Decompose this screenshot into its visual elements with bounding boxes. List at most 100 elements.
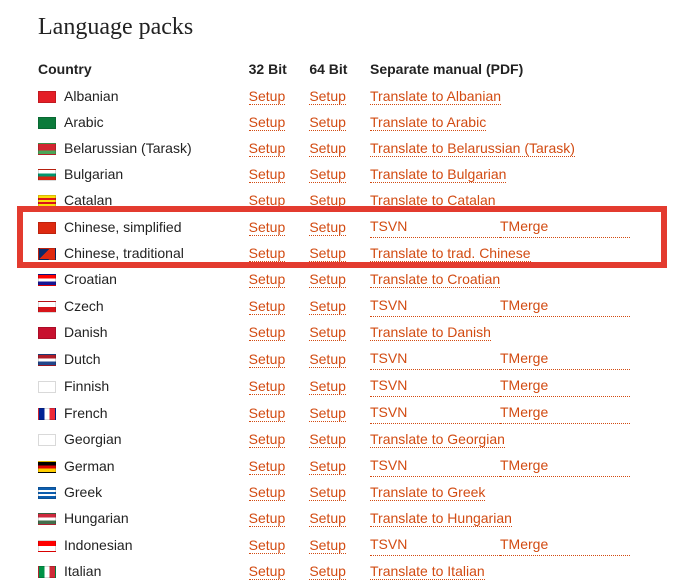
setup-32-link[interactable]: Setup <box>249 88 286 105</box>
translate-link[interactable]: Translate to Catalan <box>370 192 496 209</box>
translate-link[interactable]: Translate to Croatian <box>370 271 500 288</box>
country-cell: Italian <box>38 558 249 584</box>
table-row: Finnish Setup Setup TSVNTMerge <box>38 372 638 399</box>
translate-link[interactable]: Translate to Bulgarian <box>370 166 506 183</box>
setup-32-link[interactable]: Setup <box>249 431 286 448</box>
setup-32-link[interactable]: Setup <box>249 405 286 422</box>
tsvn-link[interactable]: TSVN <box>370 215 500 238</box>
setup-32-link[interactable]: Setup <box>249 510 286 527</box>
translate-link[interactable]: Translate to Hungarian <box>370 510 512 527</box>
cell-64bit: Setup <box>309 531 370 558</box>
flag-icon <box>38 354 56 366</box>
tmerge-link[interactable]: TMerge <box>500 401 630 424</box>
tsvn-link[interactable]: TSVN <box>370 533 500 556</box>
tmerge-link[interactable]: TMerge <box>500 374 630 397</box>
cell-32bit: Setup <box>249 83 310 109</box>
cell-manual: TSVNTMerge <box>370 452 638 479</box>
setup-64-link[interactable]: Setup <box>309 537 346 554</box>
flag-icon <box>38 143 56 155</box>
setup-32-link[interactable]: Setup <box>249 378 286 395</box>
setup-32-link[interactable]: Setup <box>249 166 286 183</box>
cell-32bit: Setup <box>249 531 310 558</box>
cell-32bit: Setup <box>249 161 310 187</box>
setup-64-link[interactable]: Setup <box>309 458 346 475</box>
tsvn-link[interactable]: TSVN <box>370 294 500 317</box>
translate-link[interactable]: Translate to Danish <box>370 324 491 341</box>
cell-manual: Translate to Bulgarian <box>370 161 638 187</box>
tmerge-link[interactable]: TMerge <box>500 215 630 238</box>
cell-64bit: Setup <box>309 213 370 240</box>
translate-link[interactable]: Translate to Belarussian (Tarask) <box>370 140 575 157</box>
setup-32-link[interactable]: Setup <box>249 245 286 262</box>
setup-32-link[interactable]: Setup <box>249 351 286 368</box>
country-cell: German <box>38 452 249 479</box>
cell-manual: TSVNTMerge <box>370 292 638 319</box>
setup-64-link[interactable]: Setup <box>309 298 346 315</box>
translate-link[interactable]: Translate to Georgian <box>370 431 505 448</box>
setup-32-link[interactable]: Setup <box>249 114 286 131</box>
flag-icon <box>38 461 56 473</box>
translate-link[interactable]: Translate to trad. Chinese <box>370 245 531 262</box>
flag-icon <box>38 540 56 552</box>
setup-32-link[interactable]: Setup <box>249 563 286 580</box>
cell-64bit: Setup <box>309 558 370 584</box>
setup-64-link[interactable]: Setup <box>309 431 346 448</box>
tmerge-link[interactable]: TMerge <box>500 533 630 556</box>
tsvn-link[interactable]: TSVN <box>370 454 500 477</box>
cell-32bit: Setup <box>249 213 310 240</box>
cell-32bit: Setup <box>249 479 310 505</box>
flag-icon <box>38 327 56 339</box>
country-name: Danish <box>64 324 108 340</box>
setup-64-link[interactable]: Setup <box>309 114 346 131</box>
setup-32-link[interactable]: Setup <box>249 298 286 315</box>
translate-link[interactable]: Translate to Arabic <box>370 114 486 131</box>
setup-64-link[interactable]: Setup <box>309 484 346 501</box>
cell-64bit: Setup <box>309 292 370 319</box>
setup-32-link[interactable]: Setup <box>249 140 286 157</box>
translate-link[interactable]: Translate to Albanian <box>370 88 501 105</box>
tsvn-link[interactable]: TSVN <box>370 401 500 424</box>
table-row: FrenchSetupSetupTSVNTMerge <box>38 399 638 426</box>
translate-link[interactable]: Translate to Greek <box>370 484 485 501</box>
setup-32-link[interactable]: Setup <box>249 324 286 341</box>
country-name: Finnish <box>64 378 109 394</box>
tmerge-link[interactable]: TMerge <box>500 347 630 370</box>
cell-32bit: Setup <box>249 240 310 266</box>
setup-64-link[interactable]: Setup <box>309 510 346 527</box>
table-row: GreekSetupSetupTranslate to Greek <box>38 479 638 505</box>
setup-32-link[interactable]: Setup <box>249 192 286 209</box>
setup-64-link[interactable]: Setup <box>309 405 346 422</box>
flag-icon <box>38 487 56 499</box>
setup-32-link[interactable]: Setup <box>249 219 286 236</box>
setup-64-link[interactable]: Setup <box>309 351 346 368</box>
cell-32bit: Setup <box>249 266 310 292</box>
tsvn-link[interactable]: TSVN <box>370 347 500 370</box>
setup-32-link[interactable]: Setup <box>249 484 286 501</box>
translate-link[interactable]: Translate to Italian <box>370 563 485 580</box>
setup-64-link[interactable]: Setup <box>309 140 346 157</box>
country-name: Belarussian (Tarask) <box>64 140 192 156</box>
setup-64-link[interactable]: Setup <box>309 271 346 288</box>
setup-64-link[interactable]: Setup <box>309 245 346 262</box>
setup-64-link[interactable]: Setup <box>309 192 346 209</box>
setup-64-link[interactable]: Setup <box>309 219 346 236</box>
tsvn-link[interactable]: TSVN <box>370 374 500 397</box>
setup-64-link[interactable]: Setup <box>309 324 346 341</box>
setup-32-link[interactable]: Setup <box>249 271 286 288</box>
setup-64-link[interactable]: Setup <box>309 166 346 183</box>
cell-64bit: Setup <box>309 452 370 479</box>
setup-32-link[interactable]: Setup <box>249 537 286 554</box>
table-row: AlbanianSetupSetupTranslate to Albanian <box>38 83 638 109</box>
tmerge-link[interactable]: TMerge <box>500 454 630 477</box>
tmerge-link[interactable]: TMerge <box>500 294 630 317</box>
setup-32-link[interactable]: Setup <box>249 458 286 475</box>
country-name: Dutch <box>64 351 101 367</box>
cell-64bit: Setup <box>309 266 370 292</box>
setup-64-link[interactable]: Setup <box>309 563 346 580</box>
country-name: Hungarian <box>64 510 129 526</box>
setup-64-link[interactable]: Setup <box>309 378 346 395</box>
page-title: Language packs <box>38 14 676 41</box>
setup-64-link[interactable]: Setup <box>309 88 346 105</box>
cell-manual: TSVNTMerge <box>370 399 638 426</box>
cell-32bit: Setup <box>249 292 310 319</box>
